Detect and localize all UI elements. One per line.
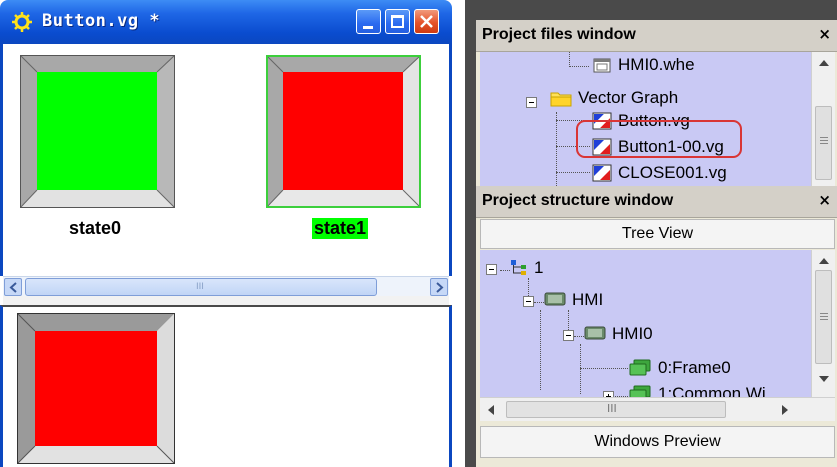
scroll-thumb[interactable]: III (506, 401, 726, 418)
scroll-grip: III (607, 402, 617, 415)
scroll-thumb[interactable] (815, 270, 832, 364)
maximize-icon (391, 15, 404, 28)
file-item[interactable]: CLOSE001.vg (592, 163, 802, 185)
collapse-toggle[interactable] (523, 296, 534, 307)
screen-icon (584, 326, 606, 340)
vertical-scrollbar[interactable] (811, 52, 835, 186)
arrow-down-icon[interactable] (819, 376, 829, 382)
state0-label: state0 (69, 218, 122, 238)
structure-tree[interactable]: 1 HMI HMI0 0:Frame0 1:Common Wi (480, 250, 811, 397)
state0-button-shape[interactable] (20, 55, 175, 208)
tree-item-frame[interactable]: 0:Frame0 (628, 358, 788, 380)
minimize-button[interactable] (356, 9, 381, 34)
tree-connector (569, 52, 570, 67)
vector-graph-icon (592, 164, 612, 182)
panel-close-button[interactable]: × (818, 191, 831, 209)
tree-connector (568, 310, 569, 332)
collapse-toggle[interactable] (486, 264, 497, 275)
scroll-left-button[interactable] (4, 278, 22, 296)
state-canvas[interactable]: state0 state1 (0, 44, 452, 276)
project-files-panel: Project files window × HMI0.whe Vector G… (476, 20, 837, 186)
file-label: CLOSE001.vg (618, 163, 727, 182)
close-icon (420, 15, 433, 28)
folder-icon (550, 92, 572, 107)
tree-item-hmi[interactable]: HMI (544, 290, 664, 312)
frame-window-icon (629, 385, 651, 397)
tree-label: 1 (534, 258, 544, 277)
selection-highlight (576, 120, 742, 158)
panel-close-button[interactable]: × (818, 25, 831, 43)
horizontal-scrollbar[interactable]: III (480, 397, 835, 421)
tree-connector (528, 278, 529, 298)
arrow-right-icon[interactable] (782, 405, 788, 415)
tree-label: 1:Common Wi (658, 384, 766, 397)
collapse-toggle[interactable] (526, 97, 537, 108)
panel-title: Project files window (482, 26, 636, 43)
preview-canvas[interactable] (0, 305, 452, 467)
arrow-left-icon (9, 282, 17, 293)
hierarchy-icon (511, 260, 526, 275)
frame-window-icon (629, 359, 651, 376)
files-tree[interactable]: HMI0.whe Vector Graph Button.vg Button1-… (480, 52, 811, 186)
window-title: Button.vg * (42, 11, 161, 31)
tree-label: HMI0 (612, 324, 653, 343)
arrow-right-icon (436, 282, 444, 293)
minimize-icon (363, 26, 373, 29)
scroll-right-button[interactable] (430, 278, 448, 296)
collapse-toggle[interactable] (563, 330, 574, 341)
window-file-icon (593, 58, 611, 73)
canvas-separator (3, 296, 449, 305)
panel-title: Project structure window (482, 192, 674, 209)
project-structure-panel: Project structure window × Tree View 1 H… (476, 186, 837, 467)
tree-connector (534, 302, 544, 303)
maximize-button[interactable] (385, 9, 410, 34)
folder-label: Vector Graph (578, 88, 679, 107)
scroll-grip: III (196, 282, 204, 292)
windows-preview-button[interactable]: Windows Preview (480, 426, 835, 458)
scroll-thumb[interactable]: III (25, 278, 377, 296)
window-titlebar[interactable]: Button.vg * (0, 0, 452, 44)
tree-item-hmi0[interactable]: HMI0 (584, 324, 704, 346)
tree-item-common-window[interactable]: 1:Common Wi (628, 384, 811, 397)
panel-header: Project structure window × (476, 186, 837, 218)
gear-sun-icon (12, 12, 32, 32)
folder-item[interactable]: Vector Graph (550, 88, 750, 110)
vertical-scrollbar[interactable] (811, 250, 835, 397)
tree-label: 0:Frame0 (658, 358, 731, 377)
tree-connector (556, 112, 557, 186)
tree-label: HMI (572, 290, 604, 309)
tree-connector (556, 172, 590, 173)
state1-label: state1 (312, 218, 369, 239)
tree-view-button[interactable]: Tree View (480, 219, 835, 249)
screen-icon (544, 292, 566, 306)
state1-button-shape[interactable] (266, 55, 421, 208)
tree-connector (540, 310, 541, 390)
preview-button-shape[interactable] (17, 313, 175, 464)
close-button[interactable] (414, 9, 439, 34)
file-item[interactable]: HMI0.whe (592, 55, 792, 77)
arrow-up-icon[interactable] (819, 258, 829, 264)
tree-item-root[interactable]: 1 (510, 258, 610, 280)
arrow-up-icon[interactable] (819, 60, 829, 66)
tree-connector (569, 66, 589, 67)
tree-connector (580, 344, 581, 394)
pane-divider (452, 0, 465, 467)
arrow-left-icon[interactable] (488, 405, 494, 415)
file-label: HMI0.whe (618, 55, 695, 74)
tree-connector (580, 368, 628, 369)
scroll-thumb[interactable] (815, 106, 832, 180)
vg-editor-window: Button.vg * state0 state1 III (0, 0, 452, 467)
tree-connector (574, 336, 584, 337)
tree-connector (500, 270, 510, 271)
horizontal-scrollbar[interactable]: III (3, 276, 449, 296)
panel-header: Project files window × (476, 20, 837, 52)
